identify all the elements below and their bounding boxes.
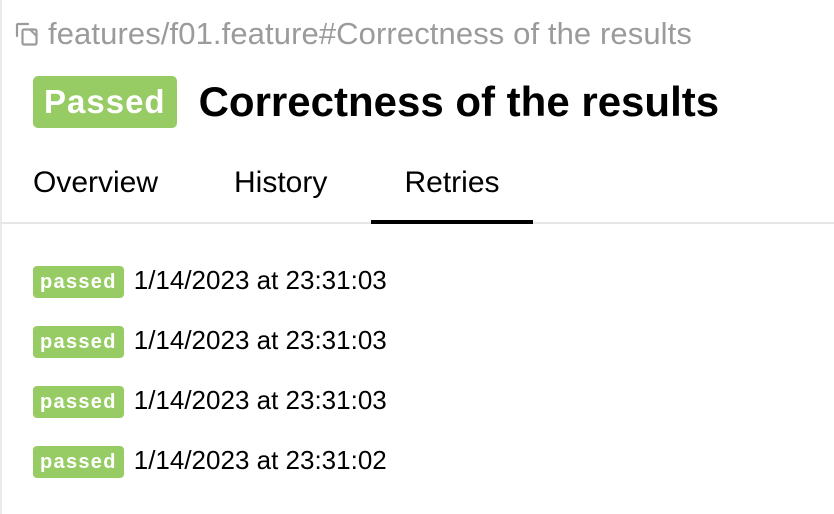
tab-bar: Overview History Retries	[0, 150, 834, 224]
retry-timestamp: 1/14/2023 at 23:31:03	[133, 264, 387, 295]
breadcrumb: features/f01.feature#Correctness of the …	[14, 14, 692, 54]
retry-timestamp: 1/14/2023 at 23:31:03	[133, 324, 387, 355]
retry-status-badge: passed	[33, 386, 124, 418]
retry-item[interactable]: passed 1/14/2023 at 23:31:02	[33, 430, 387, 490]
tab-history[interactable]: History	[234, 162, 327, 208]
page-title: Correctness of the results	[198, 78, 720, 125]
tab-retries[interactable]: Retries	[371, 162, 533, 224]
panel-left-border	[0, 0, 2, 514]
copy-icon[interactable]	[14, 17, 48, 51]
retry-status-badge: passed	[33, 326, 124, 358]
retry-item[interactable]: passed 1/14/2023 at 23:31:03	[33, 370, 387, 430]
retry-status-badge: passed	[33, 266, 124, 298]
tab-overview[interactable]: Overview	[33, 162, 158, 208]
retry-timestamp: 1/14/2023 at 23:31:02	[133, 444, 387, 475]
retry-item[interactable]: passed 1/14/2023 at 23:31:03	[33, 310, 387, 370]
retry-timestamp: 1/14/2023 at 23:31:03	[133, 384, 387, 415]
breadcrumb-path: features/f01.feature#Correctness of the …	[48, 16, 692, 51]
status-badge: Passed	[33, 76, 177, 128]
retry-status-badge: passed	[33, 446, 124, 478]
retry-list: passed 1/14/2023 at 23:31:03 passed 1/14…	[33, 250, 387, 490]
title-row: Passed Correctness of the results	[33, 76, 719, 128]
retry-item[interactable]: passed 1/14/2023 at 23:31:03	[33, 250, 387, 310]
